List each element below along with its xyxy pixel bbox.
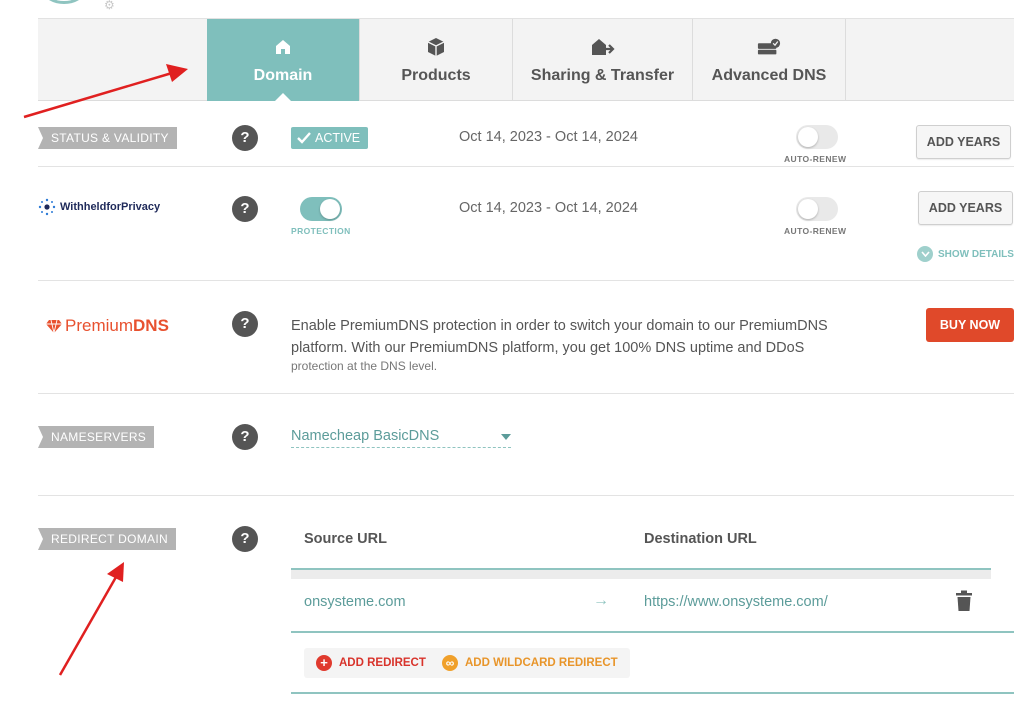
- premiumdns-logo: PremiumDNS: [46, 316, 169, 336]
- check-icon: [297, 132, 311, 144]
- transfer-icon: [591, 35, 615, 59]
- add-redirect-button[interactable]: + ADD REDIRECT: [304, 648, 438, 678]
- plus-icon: +: [316, 655, 332, 671]
- infinity-icon: ∞: [442, 655, 458, 671]
- auto-renew-toggle[interactable]: [796, 125, 838, 149]
- destination-url-header: Destination URL: [644, 531, 757, 547]
- auto-renew-toggle[interactable]: [796, 197, 838, 221]
- auto-renew-label: AUTO-RENEW: [784, 154, 847, 164]
- nameservers-row: NAMESERVERS ? Namecheap BasicDNS: [38, 394, 1014, 496]
- toggle-knob: [798, 127, 818, 147]
- status-validity-row: STATUS & VALIDITY ? ACTIVE Oct 14, 2023 …: [38, 101, 1014, 167]
- domain-tabs: Domain Products Sharing & Transfer Advan…: [38, 18, 1014, 102]
- arrow-right-icon: →: [593, 592, 609, 609]
- row-label: NAMESERVERS: [38, 426, 155, 448]
- tab-advanced-dns[interactable]: Advanced DNS: [693, 19, 846, 101]
- help-icon[interactable]: ?: [232, 424, 258, 450]
- privacy-logo-icon: [38, 198, 56, 216]
- redirect-source[interactable]: onsystemе.com: [304, 594, 406, 610]
- nameserver-select[interactable]: Namecheap BasicDNS: [291, 428, 511, 448]
- premium-description-faded: protection at the DNS level.: [291, 359, 438, 373]
- withheld-logo: WithheldforPrivacy: [38, 198, 160, 216]
- gem-icon: [46, 319, 62, 333]
- avatar: [44, 0, 84, 4]
- tab-label: Domain: [253, 67, 313, 84]
- help-icon[interactable]: ?: [232, 526, 258, 552]
- box-icon: [424, 35, 448, 59]
- server-icon: [757, 35, 781, 59]
- home-icon: [271, 35, 295, 59]
- table-bottom-line: [291, 692, 1014, 694]
- privacy-row: WithheldforPrivacy ? PROTECTION Oct 14, …: [38, 167, 1014, 281]
- caret-down-icon: [501, 434, 511, 440]
- trash-icon[interactable]: [955, 590, 973, 612]
- tab-sharing-transfer[interactable]: Sharing & Transfer: [513, 19, 693, 101]
- help-icon[interactable]: ?: [232, 125, 258, 151]
- logo-bold: DNS: [133, 316, 169, 335]
- nameserver-selected: Namecheap BasicDNS: [291, 428, 440, 444]
- chevron-down-icon: [917, 246, 933, 262]
- premium-dns-row: PremiumDNS ? Enable PremiumDNS protectio…: [38, 281, 1014, 394]
- tab-domain[interactable]: Domain: [207, 19, 360, 102]
- protection-toggle[interactable]: [300, 197, 342, 221]
- auto-renew-label: AUTO-RENEW: [784, 226, 847, 236]
- add-years-button[interactable]: ADD YEARS: [918, 191, 1013, 225]
- validity-dates: Oct 14, 2023 - Oct 14, 2024: [459, 129, 638, 145]
- tab-label: Products: [401, 67, 471, 84]
- logo-rest: forPrivacy: [106, 201, 161, 213]
- tab-products[interactable]: Products: [360, 19, 513, 101]
- help-icon[interactable]: ?: [232, 196, 258, 222]
- protection-label: PROTECTION: [291, 226, 351, 236]
- help-icon[interactable]: ?: [232, 311, 258, 337]
- privacy-dates: Oct 14, 2023 - Oct 14, 2024: [459, 200, 638, 216]
- table-header-band: [291, 568, 991, 579]
- source-url-header: Source URL: [304, 531, 387, 547]
- status-badge: ACTIVE: [291, 127, 369, 149]
- add-wildcard-label: ADD WILDCARD REDIRECT: [465, 657, 618, 669]
- show-details-text: SHOW DETAILS: [938, 248, 1014, 260]
- settings-icon: ⚙: [104, 0, 115, 12]
- premium-description: Enable PremiumDNS protection in order to…: [291, 318, 828, 356]
- logo-bold: Withheld: [60, 201, 107, 213]
- toggle-knob: [798, 199, 818, 219]
- row-label: STATUS & VALIDITY: [38, 127, 177, 149]
- redirect-destination[interactable]: https://www.onsysteme.com/: [644, 594, 828, 610]
- status-badge-text: ACTIVE: [315, 131, 361, 145]
- toggle-knob: [320, 199, 340, 219]
- row-label: REDIRECT DOMAIN: [38, 528, 176, 550]
- tab-label: Advanced DNS: [711, 67, 827, 84]
- tab-label: Sharing & Transfer: [530, 67, 675, 84]
- add-wildcard-redirect-button[interactable]: ∞ ADD WILDCARD REDIRECT: [430, 648, 630, 678]
- show-details-link[interactable]: SHOW DETAILS: [917, 246, 1014, 262]
- logo-prefix: Premium: [65, 316, 134, 335]
- add-redirect-label: ADD REDIRECT: [339, 657, 426, 669]
- row-divider: [291, 631, 1014, 633]
- buy-now-button[interactable]: BUY NOW: [926, 308, 1014, 342]
- redirect-domain-row: REDIRECT DOMAIN ? Source URL Destination…: [38, 496, 1014, 703]
- add-years-button[interactable]: ADD YEARS: [916, 125, 1011, 159]
